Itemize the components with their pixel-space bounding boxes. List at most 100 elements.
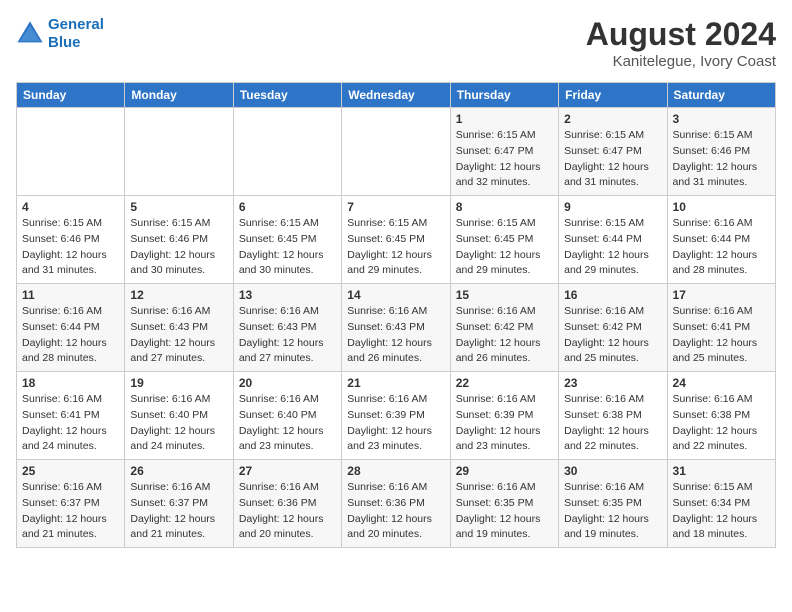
day-info: Sunrise: 6:16 AMSunset: 6:35 PMDaylight:… (564, 480, 661, 543)
day-info: Sunrise: 6:16 AMSunset: 6:42 PMDaylight:… (456, 304, 553, 367)
day-number: 2 (564, 112, 661, 126)
day-number: 17 (673, 288, 770, 302)
day-number: 19 (130, 376, 227, 390)
calendar-cell: 2 Sunrise: 6:15 AMSunset: 6:47 PMDaylight… (559, 108, 667, 196)
day-info: Sunrise: 6:15 AMSunset: 6:46 PMDaylight:… (22, 216, 119, 279)
day-info: Sunrise: 6:16 AMSunset: 6:43 PMDaylight:… (239, 304, 336, 367)
calendar-week-row: 18Sunrise: 6:16 AMSunset: 6:41 PMDayligh… (17, 372, 776, 460)
calendar-cell: 11Sunrise: 6:16 AMSunset: 6:44 PMDayligh… (17, 284, 125, 372)
day-number: 1 (456, 112, 553, 126)
day-number: 14 (347, 288, 444, 302)
calendar-cell: 10 Sunrise: 6:16 AMSunset: 6:44 PMDayligh… (667, 196, 775, 284)
day-info: Sunrise: 6:16 AMSunset: 6:40 PMDaylight:… (239, 392, 336, 455)
calendar-cell: 4 Sunrise: 6:15 AMSunset: 6:46 PMDaylight… (17, 196, 125, 284)
calendar-cell (17, 108, 125, 196)
calendar-cell: 26Sunrise: 6:16 AMSunset: 6:37 PMDayligh… (125, 460, 233, 548)
calendar-cell: 25 Sunrise: 6:16 AMSunset: 6:37 PMDayligh… (17, 460, 125, 548)
day-info: Sunrise: 6:15 AMSunset: 6:45 PMDaylight:… (347, 216, 444, 279)
day-number: 28 (347, 464, 444, 478)
calendar-cell (342, 108, 450, 196)
day-info: Sunrise: 6:16 AMSunset: 6:37 PMDaylight:… (130, 480, 227, 543)
day-info: Sunrise: 6:16 AMSunset: 6:42 PMDaylight:… (564, 304, 661, 367)
day-number: 31 (673, 464, 770, 478)
calendar-week-row: 25 Sunrise: 6:16 AMSunset: 6:37 PMDayligh… (17, 460, 776, 548)
day-info: Sunrise: 6:16 AMSunset: 6:43 PMDaylight:… (130, 304, 227, 367)
day-info: Sunrise: 6:16 AMSunset: 6:36 PMDaylight:… (347, 480, 444, 543)
calendar-week-row: 11Sunrise: 6:16 AMSunset: 6:44 PMDayligh… (17, 284, 776, 372)
calendar-week-row: 4 Sunrise: 6:15 AMSunset: 6:46 PMDaylight… (17, 196, 776, 284)
day-number: 5 (130, 200, 227, 214)
calendar-cell: 24Sunrise: 6:16 AMSunset: 6:38 PMDayligh… (667, 372, 775, 460)
day-number: 8 (456, 200, 553, 214)
day-number: 27 (239, 464, 336, 478)
day-info: Sunrise: 6:16 AMSunset: 6:37 PMDaylight:… (22, 480, 119, 543)
day-number: 16 (564, 288, 661, 302)
logo-icon (16, 20, 44, 48)
day-info: Sunrise: 6:15 AMSunset: 6:34 PMDaylight:… (673, 480, 770, 543)
day-number: 22 (456, 376, 553, 390)
calendar-cell: 31 Sunrise: 6:15 AMSunset: 6:34 PMDayligh… (667, 460, 775, 548)
day-info: Sunrise: 6:16 AMSunset: 6:44 PMDaylight:… (673, 216, 770, 279)
header-day: Wednesday (342, 83, 450, 108)
day-number: 10 (673, 200, 770, 214)
day-number: 9 (564, 200, 661, 214)
day-number: 7 (347, 200, 444, 214)
calendar-table: SundayMondayTuesdayWednesdayThursdayFrid… (16, 82, 776, 548)
calendar-cell: 8 Sunrise: 6:15 AMSunset: 6:45 PMDaylight… (450, 196, 558, 284)
calendar-cell: 23 Sunrise: 6:16 AMSunset: 6:38 PMDayligh… (559, 372, 667, 460)
calendar-cell: 16 Sunrise: 6:16 AMSunset: 6:42 PMDayligh… (559, 284, 667, 372)
day-number: 29 (456, 464, 553, 478)
day-info: Sunrise: 6:15 AMSunset: 6:45 PMDaylight:… (239, 216, 336, 279)
calendar-cell: 9 Sunrise: 6:15 AMSunset: 6:44 PMDaylight… (559, 196, 667, 284)
day-info: Sunrise: 6:15 AMSunset: 6:46 PMDaylight:… (130, 216, 227, 279)
day-number: 4 (22, 200, 119, 214)
header-day: Tuesday (233, 83, 341, 108)
header-day: Saturday (667, 83, 775, 108)
day-info: Sunrise: 6:16 AMSunset: 6:39 PMDaylight:… (456, 392, 553, 455)
calendar-cell: 22 Sunrise: 6:16 AMSunset: 6:39 PMDayligh… (450, 372, 558, 460)
calendar-cell: 7 Sunrise: 6:15 AMSunset: 6:45 PMDaylight… (342, 196, 450, 284)
page-header: General Blue August 2024 Kanitelegue, Iv… (16, 16, 776, 70)
calendar-cell: 21 Sunrise: 6:16 AMSunset: 6:39 PMDayligh… (342, 372, 450, 460)
calendar-week-row: 1 Sunrise: 6:15 AMSunset: 6:47 PMDaylight… (17, 108, 776, 196)
day-info: Sunrise: 6:16 AMSunset: 6:38 PMDaylight:… (564, 392, 661, 455)
calendar-cell: 1 Sunrise: 6:15 AMSunset: 6:47 PMDaylight… (450, 108, 558, 196)
day-info: Sunrise: 6:16 AMSunset: 6:40 PMDaylight:… (130, 392, 227, 455)
title-block: August 2024 Kanitelegue, Ivory Coast (586, 16, 776, 70)
day-info: Sunrise: 6:15 AMSunset: 6:46 PMDaylight:… (673, 128, 770, 191)
day-info: Sunrise: 6:15 AMSunset: 6:44 PMDaylight:… (564, 216, 661, 279)
header-day: Friday (559, 83, 667, 108)
calendar-cell: 14 Sunrise: 6:16 AMSunset: 6:43 PMDayligh… (342, 284, 450, 372)
calendar-cell: 5 Sunrise: 6:15 AMSunset: 6:46 PMDaylight… (125, 196, 233, 284)
day-info: Sunrise: 6:16 AMSunset: 6:35 PMDaylight:… (456, 480, 553, 543)
day-number: 11 (22, 288, 119, 302)
calendar-cell: 3 Sunrise: 6:15 AMSunset: 6:46 PMDaylight… (667, 108, 775, 196)
day-number: 24 (673, 376, 770, 390)
header-day: Monday (125, 83, 233, 108)
logo: General Blue (16, 16, 104, 52)
calendar-cell: 6 Sunrise: 6:15 AMSunset: 6:45 PMDaylight… (233, 196, 341, 284)
day-number: 3 (673, 112, 770, 126)
day-info: Sunrise: 6:16 AMSunset: 6:43 PMDaylight:… (347, 304, 444, 367)
calendar-cell: 29 Sunrise: 6:16 AMSunset: 6:35 PMDayligh… (450, 460, 558, 548)
calendar-cell: 20Sunrise: 6:16 AMSunset: 6:40 PMDayligh… (233, 372, 341, 460)
day-number: 6 (239, 200, 336, 214)
calendar-cell: 18Sunrise: 6:16 AMSunset: 6:41 PMDayligh… (17, 372, 125, 460)
header-day: Thursday (450, 83, 558, 108)
day-number: 12 (130, 288, 227, 302)
day-info: Sunrise: 6:16 AMSunset: 6:39 PMDaylight:… (347, 392, 444, 455)
day-info: Sunrise: 6:16 AMSunset: 6:36 PMDaylight:… (239, 480, 336, 543)
day-number: 23 (564, 376, 661, 390)
day-info: Sunrise: 6:16 AMSunset: 6:41 PMDaylight:… (673, 304, 770, 367)
calendar-title: August 2024 (586, 16, 776, 53)
day-number: 18 (22, 376, 119, 390)
day-info: Sunrise: 6:15 AMSunset: 6:45 PMDaylight:… (456, 216, 553, 279)
calendar-cell (125, 108, 233, 196)
day-number: 21 (347, 376, 444, 390)
day-info: Sunrise: 6:15 AMSunset: 6:47 PMDaylight:… (456, 128, 553, 191)
day-number: 13 (239, 288, 336, 302)
day-number: 30 (564, 464, 661, 478)
day-info: Sunrise: 6:15 AMSunset: 6:47 PMDaylight:… (564, 128, 661, 191)
day-number: 25 (22, 464, 119, 478)
calendar-cell: 28 Sunrise: 6:16 AMSunset: 6:36 PMDayligh… (342, 460, 450, 548)
